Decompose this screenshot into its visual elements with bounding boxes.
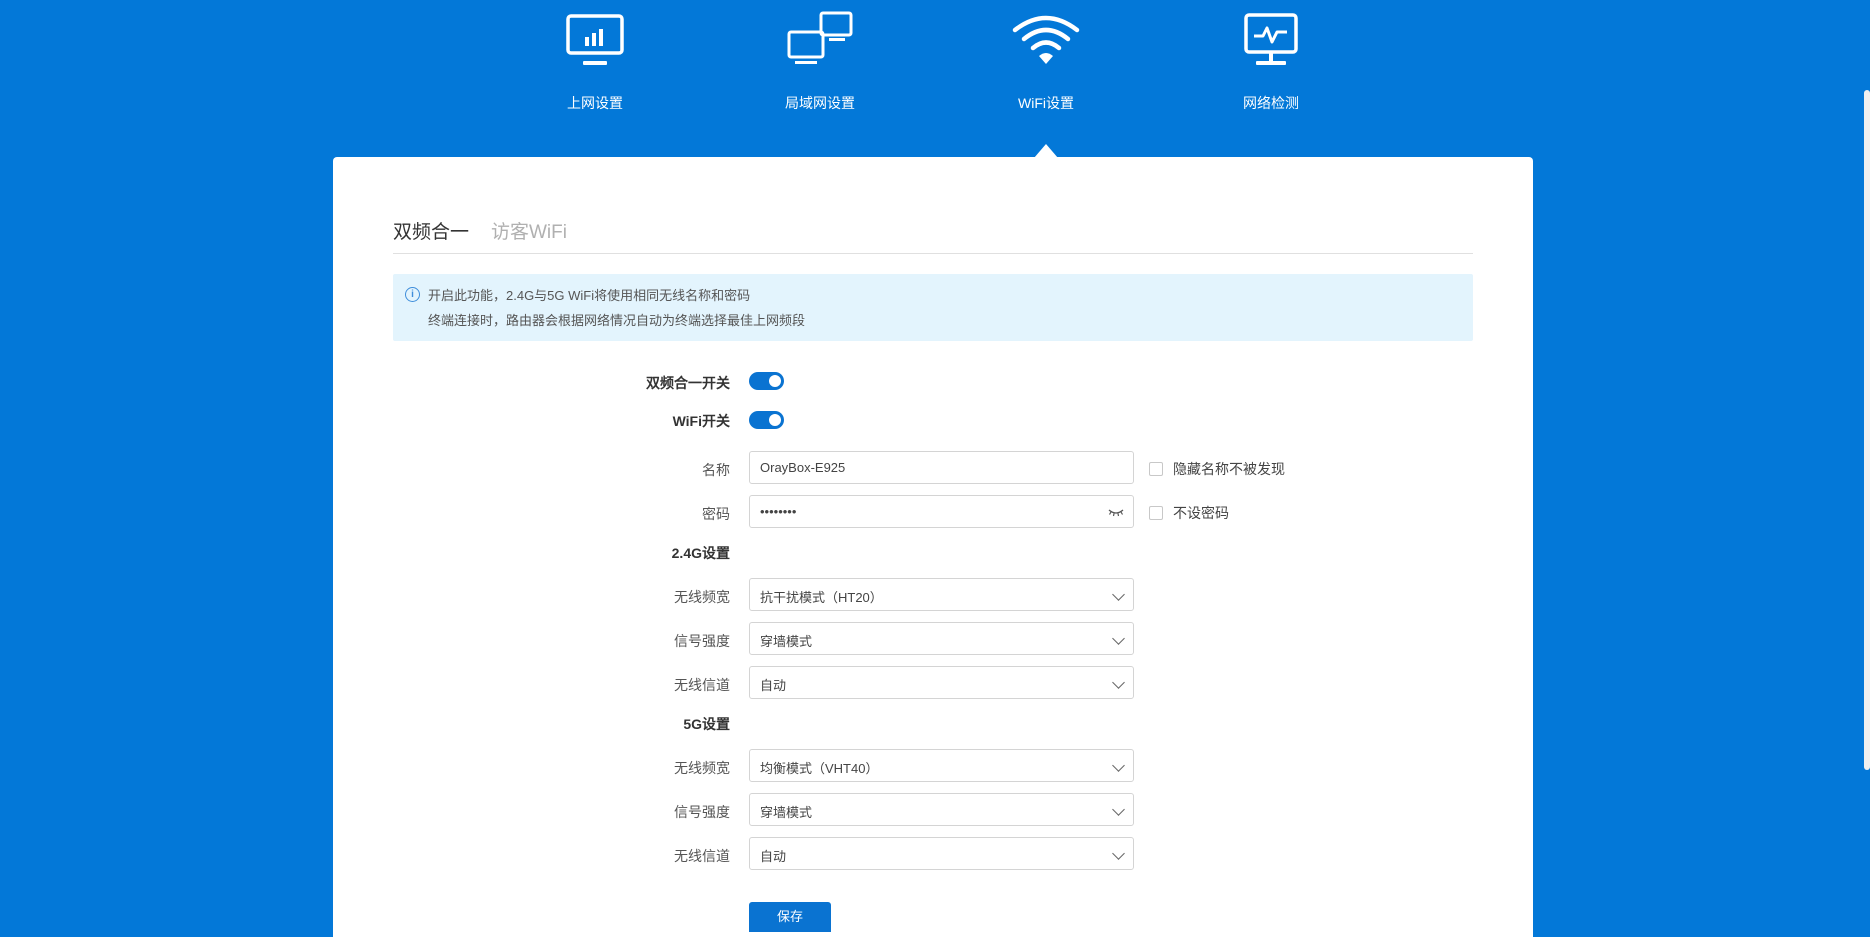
- wifi-settings-panel: 双频合一 访客WiFi i 开启此功能，2.4G与5G WiFi将使用相同无线名…: [333, 157, 1533, 937]
- g5-signal-value: 穿墙模式: [760, 805, 813, 820]
- no-password-option: 不设密码: [1149, 503, 1229, 523]
- ssid-value: OrayBox-E925: [760, 460, 846, 475]
- nav-label-network-check: 网络检测: [1243, 95, 1299, 111]
- g24-channel-label: 无线信道: [674, 677, 730, 693]
- g24-section-title: 2.4G设置: [671, 545, 730, 561]
- chevron-down-icon: [1112, 759, 1125, 772]
- nav-label-lan: 局域网设置: [785, 95, 855, 111]
- nav-label-internet: 上网设置: [567, 95, 623, 111]
- tab-dual-band[interactable]: 双频合一: [393, 217, 469, 244]
- g5-signal-select[interactable]: 穿墙模式: [749, 793, 1134, 826]
- g5-bandwidth-select[interactable]: 均衡模式（VHT40）: [749, 749, 1134, 782]
- g5-section-title: 5G设置: [683, 716, 730, 732]
- tab-bar: 双频合一 访客WiFi: [393, 157, 1473, 254]
- notice-line-2: 终端连接时，路由器会根据网络情况自动为终端选择最佳上网频段: [428, 313, 806, 328]
- g5-bandwidth-label: 无线频宽: [674, 760, 730, 776]
- chevron-down-icon: [1112, 588, 1125, 601]
- info-notice: i 开启此功能，2.4G与5G WiFi将使用相同无线名称和密码 终端连接时，路…: [393, 274, 1473, 341]
- g5-bandwidth-value: 均衡模式（VHT40）: [760, 761, 879, 776]
- g24-signal-label: 信号强度: [674, 633, 730, 649]
- password-input[interactable]: ••••••••: [749, 495, 1134, 528]
- g5-channel-label: 无线信道: [674, 848, 730, 864]
- wifi-toggle[interactable]: [749, 411, 784, 429]
- g24-channel-select[interactable]: 自动: [749, 666, 1134, 699]
- dual-band-label: 双频合一开关: [646, 375, 730, 391]
- wifi-switch-label: WiFi开关: [672, 413, 730, 429]
- monitor-chart-icon: [560, 10, 630, 70]
- hide-ssid-option: 隐藏名称不被发现: [1149, 459, 1285, 479]
- nav-label-wifi: WiFi设置: [1018, 95, 1074, 111]
- nav-item-wifi[interactable]: WiFi设置: [966, 10, 1126, 120]
- hide-ssid-checkbox[interactable]: [1149, 462, 1163, 476]
- g24-signal-value: 穿墙模式: [760, 634, 813, 649]
- chevron-down-icon: [1112, 632, 1125, 645]
- lan-monitors-icon: [785, 10, 855, 70]
- g24-bandwidth-select[interactable]: 抗干扰模式（HT20）: [749, 578, 1134, 611]
- g5-channel-value: 自动: [760, 849, 787, 864]
- top-navigation: 上网设置 局域网设置 WiFi设置 网络检测: [0, 0, 1870, 158]
- tab-guest-wifi[interactable]: 访客WiFi: [491, 217, 567, 244]
- chevron-down-icon: [1112, 803, 1125, 816]
- ssid-input[interactable]: OrayBox-E925: [749, 451, 1134, 484]
- g24-bandwidth-value: 抗干扰模式（HT20）: [760, 590, 883, 605]
- info-icon: i: [405, 287, 420, 302]
- save-button[interactable]: 保存: [749, 902, 831, 932]
- network-check-icon: [1236, 10, 1306, 70]
- toggle-knob: [769, 375, 781, 387]
- nav-item-internet[interactable]: 上网设置: [515, 10, 675, 120]
- chevron-down-icon: [1112, 676, 1125, 689]
- g24-signal-select[interactable]: 穿墙模式: [749, 622, 1134, 655]
- toggle-knob: [769, 414, 781, 426]
- nav-item-lan[interactable]: 局域网设置: [740, 10, 900, 120]
- active-nav-pointer: [1034, 144, 1058, 158]
- password-label: 密码: [702, 506, 730, 522]
- no-password-label: 不设密码: [1173, 505, 1229, 521]
- g5-channel-select[interactable]: 自动: [749, 837, 1134, 870]
- chevron-down-icon: [1112, 847, 1125, 860]
- hide-ssid-label: 隐藏名称不被发现: [1173, 461, 1285, 477]
- password-value: ••••••••: [760, 504, 797, 519]
- dual-band-toggle[interactable]: [749, 372, 784, 390]
- g5-signal-label: 信号强度: [674, 804, 730, 820]
- no-password-checkbox[interactable]: [1149, 506, 1163, 520]
- eye-closed-icon[interactable]: [1108, 505, 1124, 517]
- ssid-label: 名称: [702, 462, 730, 478]
- g24-bandwidth-label: 无线频宽: [674, 589, 730, 605]
- g24-channel-value: 自动: [760, 678, 787, 693]
- notice-line-1: 开启此功能，2.4G与5G WiFi将使用相同无线名称和密码: [428, 288, 751, 303]
- nav-item-network-check[interactable]: 网络检测: [1191, 10, 1351, 120]
- wifi-icon: [1011, 10, 1081, 70]
- page-scrollbar[interactable]: [1864, 90, 1870, 770]
